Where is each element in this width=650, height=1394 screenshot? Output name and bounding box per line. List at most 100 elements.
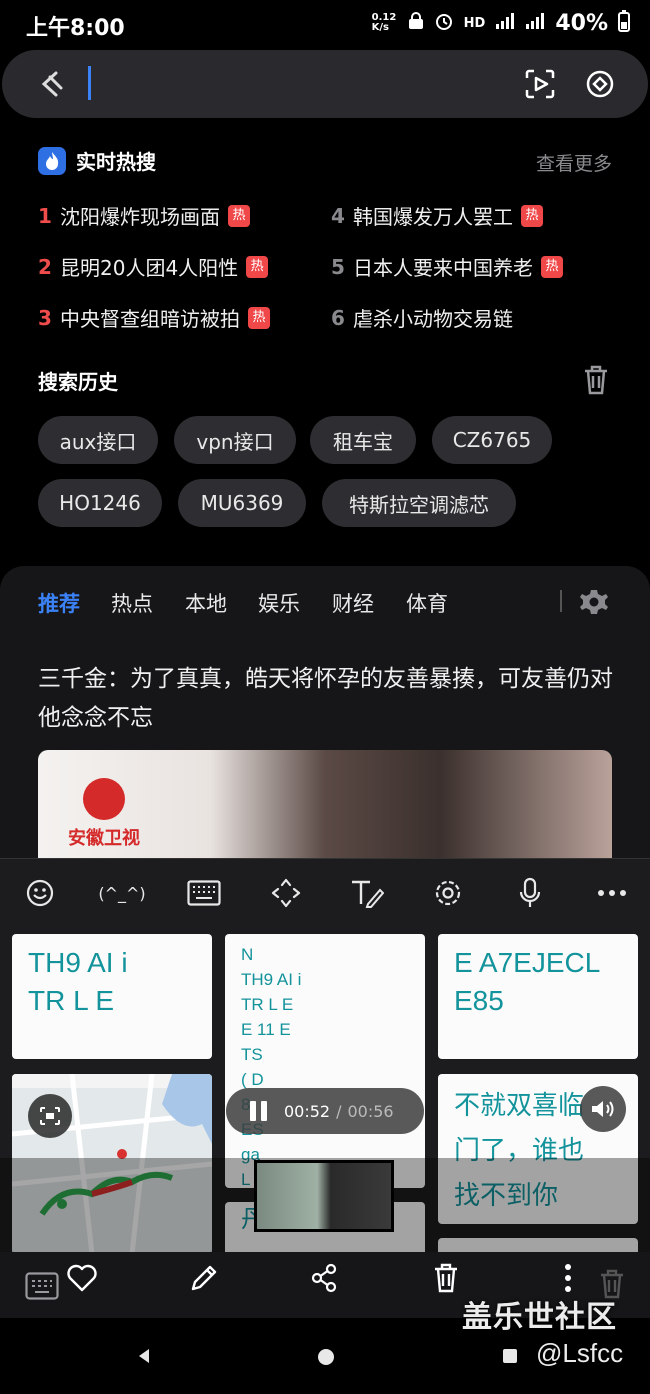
back-icon[interactable] (36, 68, 68, 100)
channel-logo-text: 安徽卫视 (68, 828, 140, 849)
hot-search-title: 实时热搜 (76, 150, 156, 174)
kaomoji-button[interactable]: (^_^) (98, 875, 145, 911)
hot-item-text: 日本人要来中国养老 (353, 256, 533, 280)
hot-rank: 1 (38, 203, 52, 228)
clipboard-item-text: E A7EJECL E85 (454, 947, 601, 1016)
signal-icon-2 (525, 12, 545, 34)
share-icon[interactable] (306, 1260, 342, 1296)
status-bar: 上午8:00 0.12 K/s HD 40% (0, 0, 650, 48)
hot-item[interactable]: 5 日本人要来中国养老 热 (331, 252, 563, 281)
net-speed: 0.12 K/s (371, 12, 397, 33)
search-input[interactable] (98, 64, 478, 104)
hot-badge: 热 (521, 204, 543, 227)
emoji-icon[interactable] (22, 875, 58, 911)
watermark-sub: @Lsfcc (536, 1338, 624, 1368)
delete-icon[interactable] (428, 1260, 464, 1296)
keyboard-icon[interactable] (186, 875, 222, 911)
more-icon[interactable] (594, 875, 630, 911)
hd-label: HD (463, 15, 486, 31)
search-bar (2, 50, 648, 118)
clipboard-item-text: N TH9 AI i TR L E E 11 E TS ( D 8 ES ga … (241, 945, 302, 1188)
video-controls: 00:52 / 00:56 (226, 1088, 424, 1134)
hot-rank: 2 (38, 254, 52, 279)
hot-item-text: 沈阳爆炸现场画面 (60, 205, 220, 229)
video-total-time: 00:56 (347, 1101, 394, 1121)
hot-badge: 热 (541, 255, 563, 278)
history-chip[interactable]: HO1246 (38, 479, 162, 527)
home-nav-icon[interactable] (317, 1348, 335, 1370)
recents-nav-icon[interactable] (502, 1348, 518, 1368)
clipboard-item[interactable]: N TH9 AI i TR L E E 11 E TS ( D 8 ES ga … (225, 934, 425, 1188)
history-chip[interactable]: MU6369 (178, 479, 306, 527)
channel-logo: 安徽卫视 (68, 778, 140, 850)
settings-icon[interactable] (430, 875, 466, 911)
alarm-icon (434, 11, 454, 35)
news-title[interactable]: 三千金：为了真真，皓天将怀孕的友善暴揍，可友善仍对他念念不忘 (38, 660, 618, 738)
hot-item-text: 虐杀小动物交易链 (353, 307, 513, 331)
video-preview-thumbnail[interactable] (254, 1160, 394, 1232)
hot-item[interactable]: 6 虐杀小动物交易链 (331, 303, 513, 332)
watermark-title: 盖乐世社区 (462, 1300, 617, 1335)
edit-icon[interactable] (186, 1260, 222, 1296)
hot-item-text: 昆明20人团4人阳性 (60, 256, 239, 280)
tab-recommend[interactable]: 推荐 (38, 588, 80, 618)
trash-icon[interactable] (582, 364, 610, 396)
translate-icon[interactable] (582, 66, 618, 102)
history-chip[interactable]: 特斯拉空调滤芯 (322, 479, 516, 527)
hot-item-text: 中央督查组暗访被拍 (60, 307, 240, 331)
keyboard-toggle-icon[interactable] (24, 1268, 60, 1304)
history-chip[interactable]: 租车宝 (310, 416, 416, 464)
lock-icon (408, 12, 424, 34)
hot-item[interactable]: 4 韩国爆发万人罢工 热 (331, 201, 543, 230)
heart-icon[interactable] (64, 1260, 100, 1296)
handwriting-icon[interactable] (349, 875, 385, 911)
flame-icon (38, 146, 66, 175)
clipboard-item[interactable]: TH9 AI i TR L E (12, 934, 212, 1059)
volume-icon[interactable] (580, 1086, 626, 1132)
hot-item[interactable]: 2 昆明20人团4人阳性 热 (38, 252, 269, 281)
battery-level: 40% (555, 10, 608, 36)
status-icons: 0.12 K/s HD 40% (372, 10, 630, 36)
clipboard-item-text: TH9 AI i TR L E (28, 947, 128, 1016)
text-cursor (88, 66, 91, 100)
status-time: 上午8:00 (26, 16, 125, 41)
hot-item[interactable]: 1 沈阳爆炸现场画面 热 (38, 201, 250, 230)
hot-rank: 6 (331, 305, 345, 330)
clipboard-item[interactable]: E A7EJECL E85 (438, 934, 638, 1059)
channel-logo-mark (83, 778, 125, 820)
tab-divider (560, 590, 562, 612)
video-time-separator: / (336, 1101, 342, 1121)
gear-icon[interactable] (578, 586, 610, 618)
hot-search-header: 实时热搜 (38, 146, 156, 175)
signal-icon (495, 12, 515, 34)
hot-rank: 3 (38, 305, 52, 330)
tab-local[interactable]: 本地 (185, 588, 227, 618)
history-chip[interactable]: CZ6765 (432, 416, 552, 464)
pause-icon[interactable] (250, 1101, 268, 1121)
hot-item[interactable]: 3 中央督查组暗访被拍 热 (38, 303, 270, 332)
more-options-icon[interactable] (550, 1260, 586, 1296)
microphone-icon[interactable] (512, 875, 548, 911)
hot-rank: 5 (331, 254, 345, 279)
hot-badge: 热 (246, 255, 269, 278)
tab-entertainment[interactable]: 娱乐 (258, 588, 300, 618)
tab-finance[interactable]: 财经 (332, 588, 374, 618)
video-search-icon[interactable] (522, 66, 558, 102)
hot-badge: 热 (248, 306, 270, 329)
back-nav-icon[interactable] (136, 1348, 152, 1368)
view-more-link[interactable]: 查看更多 (536, 149, 612, 176)
keyboard-toolbar: (^_^) (0, 858, 650, 926)
clipboard-panel: TH9 AI i TR L E N TH9 AI i TR L E E 11 E… (0, 926, 650, 1252)
cursor-move-icon[interactable] (268, 875, 304, 911)
hot-rank: 4 (331, 203, 345, 228)
tab-sports[interactable]: 体育 (406, 588, 448, 618)
picture-in-picture-icon[interactable] (28, 1094, 72, 1138)
history-chip[interactable]: vpn接口 (174, 416, 296, 464)
video-current-time: 00:52 (284, 1101, 331, 1121)
hot-item-text: 韩国爆发万人罢工 (353, 205, 513, 229)
hot-badge: 热 (228, 204, 250, 227)
news-thumbnail[interactable]: 安徽卫视 (38, 750, 612, 860)
tab-hot[interactable]: 热点 (111, 588, 153, 618)
search-history-title: 搜索历史 (38, 370, 118, 394)
history-chip[interactable]: aux接口 (38, 416, 158, 464)
